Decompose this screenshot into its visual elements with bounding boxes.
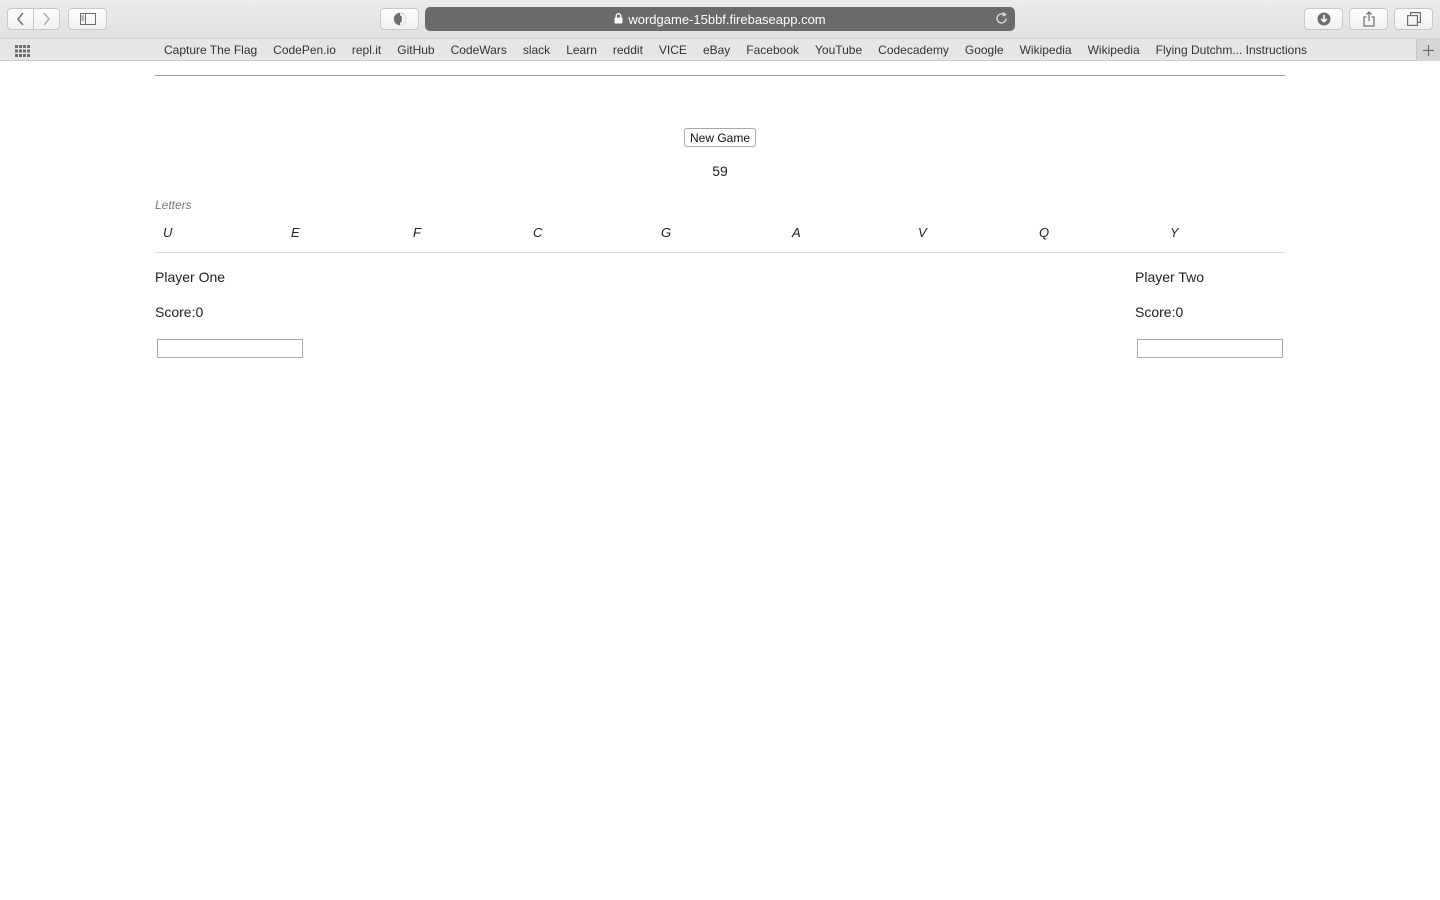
sidebar-icon xyxy=(79,13,96,25)
browser-toolbar: wordgame-15bbf.firebaseapp.com xyxy=(0,0,1440,38)
player-one-score: Score:0 xyxy=(155,304,204,320)
bookmark-vice[interactable]: VICE xyxy=(651,43,695,57)
chevron-right-icon xyxy=(43,12,51,26)
add-tab-button[interactable] xyxy=(1416,39,1440,61)
new-game-button[interactable]: New Game xyxy=(684,128,756,147)
share-icon xyxy=(1362,11,1375,27)
bookmark-facebook[interactable]: Facebook xyxy=(738,43,807,57)
bookmark-youtube[interactable]: YouTube xyxy=(807,43,870,57)
player-two-word-input[interactable] xyxy=(1137,339,1283,358)
bookmark-ebay[interactable]: eBay xyxy=(695,43,738,57)
bookmark-wikipedia[interactable]: Wikipedia xyxy=(1012,43,1080,57)
bookmark-google[interactable]: Google xyxy=(957,43,1012,57)
plus-icon xyxy=(1423,44,1434,56)
apps-grid-icon[interactable] xyxy=(15,44,30,62)
nav-buttons xyxy=(7,8,60,30)
player-two-score: Score:0 xyxy=(1135,304,1184,320)
shield-icon xyxy=(393,12,406,26)
letters-divider xyxy=(155,252,1285,253)
bookmark-capture-the-flag[interactable]: Capture The Flag xyxy=(156,43,265,57)
bookmark-codecademy[interactable]: Codecademy xyxy=(870,43,957,57)
bookmark-wikipedia-2[interactable]: Wikipedia xyxy=(1080,43,1148,57)
lock-icon xyxy=(614,12,623,27)
share-button[interactable] xyxy=(1349,8,1388,30)
download-icon xyxy=(1317,12,1330,26)
downloads-button[interactable] xyxy=(1304,8,1343,30)
tab-overview-button[interactable] xyxy=(1394,8,1433,30)
reload-icon[interactable] xyxy=(995,11,1008,28)
letter-tile: E xyxy=(291,225,300,240)
bookmark-flying-dutchman[interactable]: Flying Dutchm... Instructions xyxy=(1148,43,1315,57)
sidebar-toggle-button[interactable] xyxy=(68,8,107,30)
back-button[interactable] xyxy=(8,8,33,30)
player-one-panel: Player One Score:0 xyxy=(155,269,305,358)
privacy-button[interactable] xyxy=(380,8,419,30)
address-bar[interactable]: wordgame-15bbf.firebaseapp.com xyxy=(425,7,1015,31)
player-two-panel: Player Two Score:0 xyxy=(1135,269,1285,358)
letter-tile: A xyxy=(792,225,801,240)
letter-tile: U xyxy=(163,225,173,240)
bookmark-codepen[interactable]: CodePen.io xyxy=(265,43,344,57)
bookmark-learn[interactable]: Learn xyxy=(558,43,605,57)
letter-tile: Q xyxy=(1039,225,1050,240)
bookmark-reddit[interactable]: reddit xyxy=(605,43,651,57)
bookmark-replit[interactable]: repl.it xyxy=(344,43,389,57)
top-divider xyxy=(155,75,1285,76)
letter-tile: G xyxy=(661,225,672,240)
tabs-icon xyxy=(1406,12,1421,26)
bookmarks-bar: Capture The Flag CodePen.io repl.it GitH… xyxy=(0,38,1440,61)
player-one-word-input[interactable] xyxy=(157,339,303,358)
letter-tile: Y xyxy=(1170,225,1179,240)
letters-row: U E F C G A V Q Y xyxy=(155,225,1285,243)
letter-tile: V xyxy=(918,225,927,240)
countdown-timer: 59 xyxy=(712,163,728,179)
forward-button[interactable] xyxy=(34,8,59,30)
letters-caption: Letters xyxy=(155,198,192,212)
bookmark-list: Capture The Flag CodePen.io repl.it GitH… xyxy=(156,39,1315,61)
player-two-name: Player Two xyxy=(1135,269,1204,285)
chevron-left-icon xyxy=(16,12,24,26)
bookmark-github[interactable]: GitHub xyxy=(389,43,442,57)
letter-tile: C xyxy=(533,225,543,240)
address-url: wordgame-15bbf.firebaseapp.com xyxy=(628,11,826,27)
bookmark-slack[interactable]: slack xyxy=(515,43,558,57)
letter-tile: F xyxy=(413,225,421,240)
bookmark-codewars[interactable]: CodeWars xyxy=(443,43,515,57)
player-one-name: Player One xyxy=(155,269,226,285)
